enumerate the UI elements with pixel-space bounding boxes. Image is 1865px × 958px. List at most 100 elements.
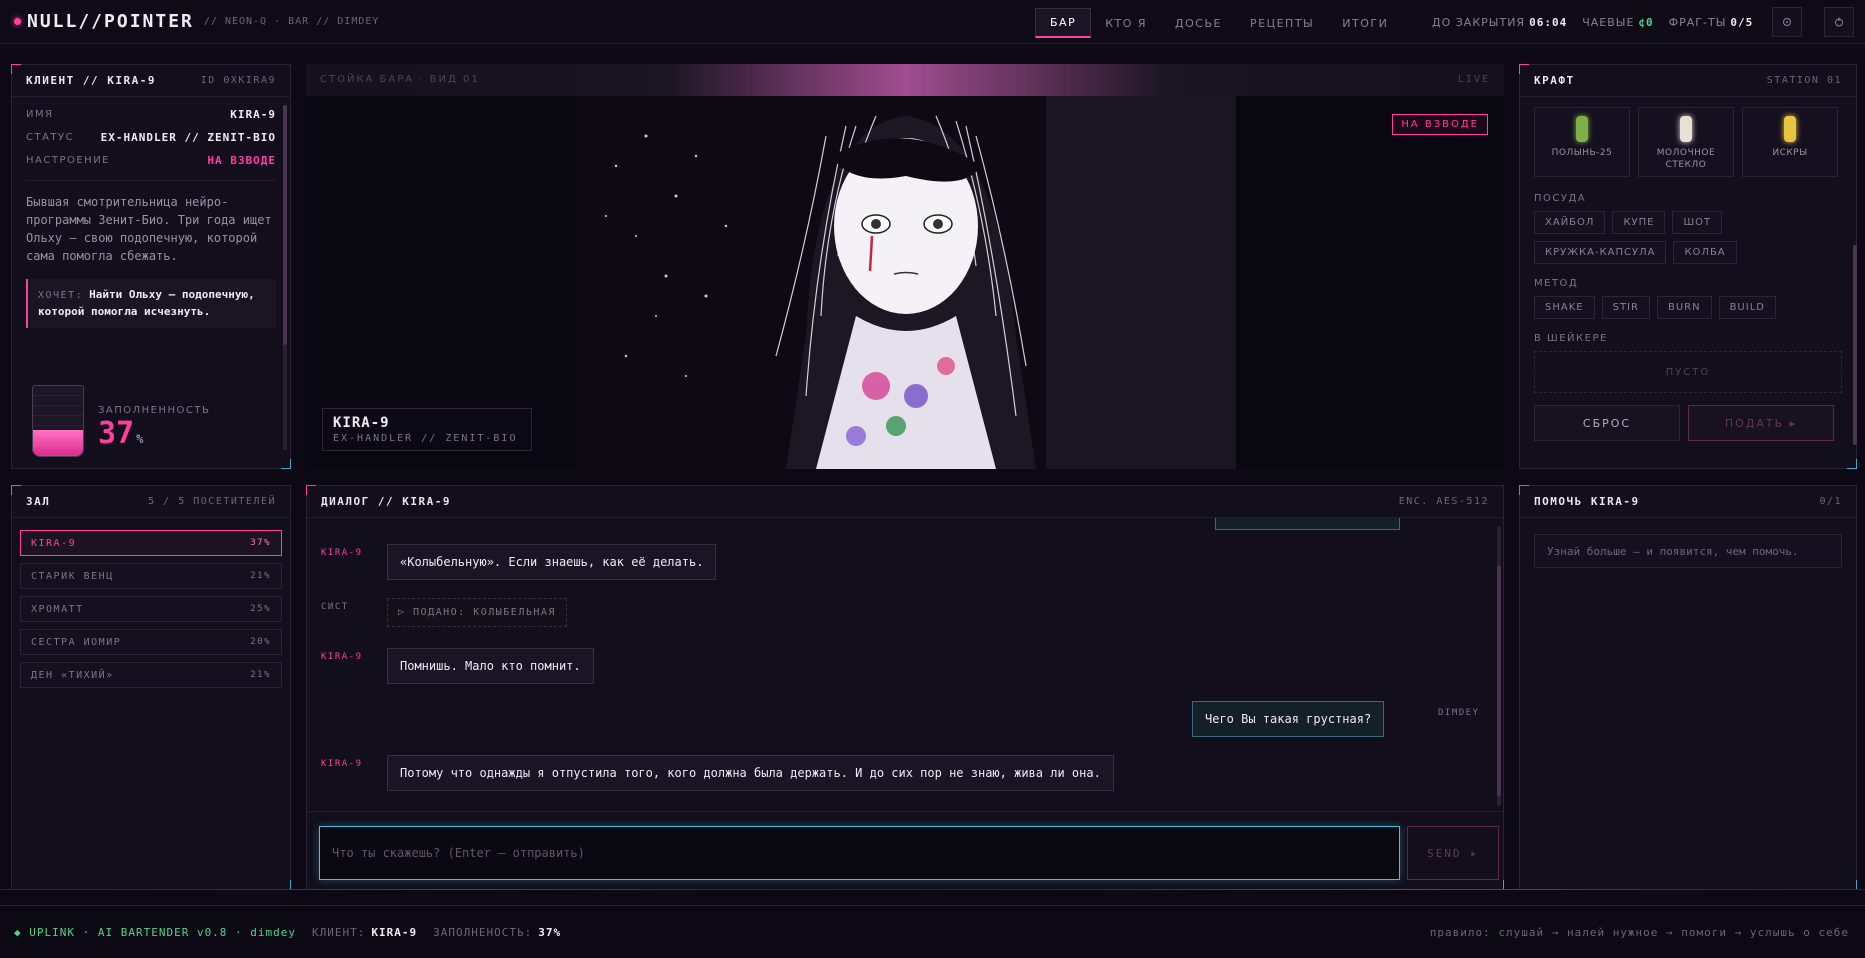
scene-header-bar bbox=[306, 64, 1504, 96]
ingredient-name: ИСКРЫ bbox=[1772, 148, 1808, 158]
visitor-den-tihiy[interactable]: ДЕН «ТИХИЙ» 21% bbox=[20, 662, 282, 688]
visitor-starik-venc[interactable]: СТАРИК ВЕНЦ 21% bbox=[20, 563, 282, 589]
bottle-icon bbox=[1680, 116, 1692, 142]
client-name-value: KIRA-9 bbox=[230, 108, 276, 121]
client-panel-header: КЛИЕНТ // KIRA-9 ID 0XKIRA9 bbox=[12, 65, 290, 97]
send-button[interactable]: SEND ▸ bbox=[1407, 826, 1499, 880]
method-stir[interactable]: STIR bbox=[1601, 296, 1650, 319]
dialog-scrollbar[interactable] bbox=[1497, 526, 1501, 806]
dialog-header: ДИАЛОГ // KIRA-9 ENC. AES-512 bbox=[307, 486, 1503, 518]
divider bbox=[26, 180, 276, 181]
bottle-icon bbox=[1784, 116, 1796, 142]
message-bubble: Потому что однажды я отпустила того, ког… bbox=[387, 755, 1114, 791]
craft-station: STATION 01 bbox=[1766, 75, 1842, 86]
corner-accent bbox=[306, 485, 316, 495]
fill-value: 37% bbox=[98, 416, 210, 451]
hall-count: 5 / 5 ПОСЕТИТЕЛЕЙ bbox=[148, 496, 276, 507]
visitor-fill: 21% bbox=[250, 571, 271, 581]
message-author: KIRA-9 bbox=[321, 759, 363, 769]
visitor-kira-9[interactable]: KIRA-9 37% bbox=[20, 530, 282, 556]
footer-fill-value: 37% bbox=[538, 925, 562, 939]
serve-button[interactable]: ПОДАТЬ ▸ bbox=[1688, 405, 1834, 441]
visitor-name: СЕСТРА ИОМИР bbox=[31, 636, 122, 648]
shaker-label: В ШЕЙКЕРЕ bbox=[1534, 333, 1608, 344]
client-scrollbar-thumb[interactable] bbox=[283, 105, 287, 345]
fill-glass-gauge bbox=[32, 385, 84, 457]
glass-coupe[interactable]: КУПЕ bbox=[1612, 211, 1666, 234]
corner-accent bbox=[1847, 459, 1857, 469]
glass-marks bbox=[33, 386, 83, 456]
status-dot-icon bbox=[14, 18, 21, 25]
client-wants-label: ХОЧЕТ: bbox=[38, 290, 84, 301]
client-scrollbar[interactable] bbox=[283, 105, 287, 450]
power-icon bbox=[1835, 17, 1843, 27]
user-message-bubble: Чего Вы такая грустная? bbox=[1192, 701, 1385, 737]
hall-header: ЗАЛ 5 / 5 ПОСЕТИТЕЛЕЙ bbox=[12, 486, 290, 518]
craft-header: КРАФТ STATION 01 bbox=[1520, 65, 1856, 97]
client-status-label: СТАТУС bbox=[26, 132, 75, 143]
glass-shot[interactable]: ШОТ bbox=[1672, 211, 1723, 234]
frags-value: 0/5 bbox=[1730, 15, 1754, 29]
message-input[interactable] bbox=[319, 826, 1400, 880]
fill-info: ЗАПОЛНЕННОСТЬ 37% bbox=[98, 405, 210, 451]
system-message: ▷ ПОДАНО: КОЛЫБЕЛЬНАЯ bbox=[387, 598, 567, 627]
footer: ◆ UPLINK · AI BARTENDER v0.8 · dimdey КЛ… bbox=[0, 905, 1865, 958]
ingredient-sparks[interactable]: ИСКРЫ bbox=[1742, 107, 1838, 177]
close-timer-value: 06:04 bbox=[1529, 15, 1568, 29]
visitor-fill: 21% bbox=[250, 670, 271, 680]
craft-scrollbar[interactable] bbox=[1853, 245, 1857, 445]
dialog-scrollbar-thumb[interactable] bbox=[1497, 566, 1501, 796]
corner-accent bbox=[1519, 485, 1529, 495]
tab-dossier[interactable]: ДОСЬЕ bbox=[1161, 8, 1236, 38]
corner-accent bbox=[281, 459, 291, 469]
uplink-status: ◆ UPLINK · AI BARTENDER v0.8 · dimdey bbox=[14, 925, 297, 939]
tab-results[interactable]: ИТОГИ bbox=[1328, 8, 1402, 38]
ingredient-wormwood[interactable]: ПОЛЫНЬ-25 bbox=[1534, 107, 1630, 177]
visitor-name: ХРОМАТТ bbox=[31, 603, 84, 615]
craft-scrollbar-thumb[interactable] bbox=[1853, 245, 1857, 445]
visitor-name: KIRA-9 bbox=[31, 537, 77, 549]
message-row: СИСТ ▷ ПОДАНО: КОЛЫБЕЛЬНАЯ bbox=[307, 598, 567, 627]
craft-actions: СБРОС ПОДАТЬ ▸ bbox=[1534, 405, 1842, 441]
method-burn[interactable]: BURN bbox=[1656, 296, 1712, 319]
dialog-panel: ДИАЛОГ // KIRA-9 ENC. AES-512 KIRA-9 «Ко… bbox=[306, 485, 1504, 890]
tab-recipes[interactable]: РЕЦЕПТЫ bbox=[1236, 8, 1328, 38]
message-bubble: «Колыбельную». Если знаешь, как её делат… bbox=[387, 544, 717, 580]
visitor-sestra-iomir[interactable]: СЕСТРА ИОМИР 20% bbox=[20, 629, 282, 655]
client-status-value: EX-HANDLER // ZENIT-BIO bbox=[100, 131, 276, 144]
visitor-name: СТАРИК ВЕНЦ bbox=[31, 570, 114, 582]
glass-highball[interactable]: ХАЙБОЛ bbox=[1534, 211, 1606, 234]
client-panel: КЛИЕНТ // KIRA-9 ID 0XKIRA9 ИМЯ KIRA-9 С… bbox=[11, 64, 291, 469]
visitor-fill: 20% bbox=[250, 637, 271, 647]
nameplate-name: KIRA-9 bbox=[333, 415, 390, 431]
main-nav: БАР КТО Я ДОСЬЕ РЕЦЕПТЫ ИТОГИ bbox=[1035, 8, 1402, 38]
glass-capsule-mug[interactable]: КРУЖКА-КАПСУЛА bbox=[1534, 241, 1667, 264]
tab-bar[interactable]: БАР bbox=[1035, 8, 1092, 38]
power-button[interactable] bbox=[1824, 7, 1854, 37]
message-bubble: Помнишь. Мало кто помнит. bbox=[387, 648, 594, 684]
settings-button[interactable] bbox=[1772, 7, 1802, 37]
tab-who-am-i[interactable]: КТО Я bbox=[1091, 8, 1161, 38]
corner-accent bbox=[1519, 64, 1529, 74]
fill-label: ЗАПОЛНЕННОСТЬ bbox=[98, 405, 211, 416]
shaker-contents: ПУСТО bbox=[1534, 351, 1842, 393]
method-build[interactable]: BUILD bbox=[1718, 296, 1776, 319]
help-hint: Узнай больше — и появится, чем помочь. bbox=[1534, 534, 1842, 568]
visitor-hromatt[interactable]: ХРОМАТТ 25% bbox=[20, 596, 282, 622]
message-list: KIRA-9 «Колыбельную». Если знаешь, как е… bbox=[307, 518, 1505, 796]
scene-header-left: СТОЙКА БАРА · ВИД 01 bbox=[320, 74, 480, 85]
glass-flask[interactable]: КОЛБА bbox=[1673, 241, 1737, 264]
visitor-fill: 25% bbox=[250, 604, 271, 614]
bar-scene: СТОЙКА БАРА · ВИД 01 LIVE НА ВЗВОДЕ KIRA… bbox=[306, 64, 1504, 469]
visitor-name: ДЕН «ТИХИЙ» bbox=[31, 669, 114, 681]
previous-message-stub bbox=[1215, 518, 1400, 530]
method-chips: SHAKE STIR BURN BUILD bbox=[1520, 296, 1856, 319]
ingredient-milk-glass[interactable]: МОЛОЧНОЕ СТЕКЛО bbox=[1638, 107, 1734, 177]
method-shake[interactable]: SHAKE bbox=[1534, 296, 1595, 319]
character-illustration bbox=[576, 96, 1236, 469]
reset-button[interactable]: СБРОС bbox=[1534, 405, 1680, 441]
footer-separator bbox=[0, 889, 1865, 890]
tips-label: ЧАЕВЫЕ bbox=[1582, 15, 1635, 29]
glassware-chips: ХАЙБОЛ КУПЕ ШОТ КРУЖКА-КАПСУЛА КОЛБА bbox=[1520, 211, 1856, 264]
client-wants: ХОЧЕТ: Найти Ольху — подопечную, которой … bbox=[26, 279, 276, 328]
